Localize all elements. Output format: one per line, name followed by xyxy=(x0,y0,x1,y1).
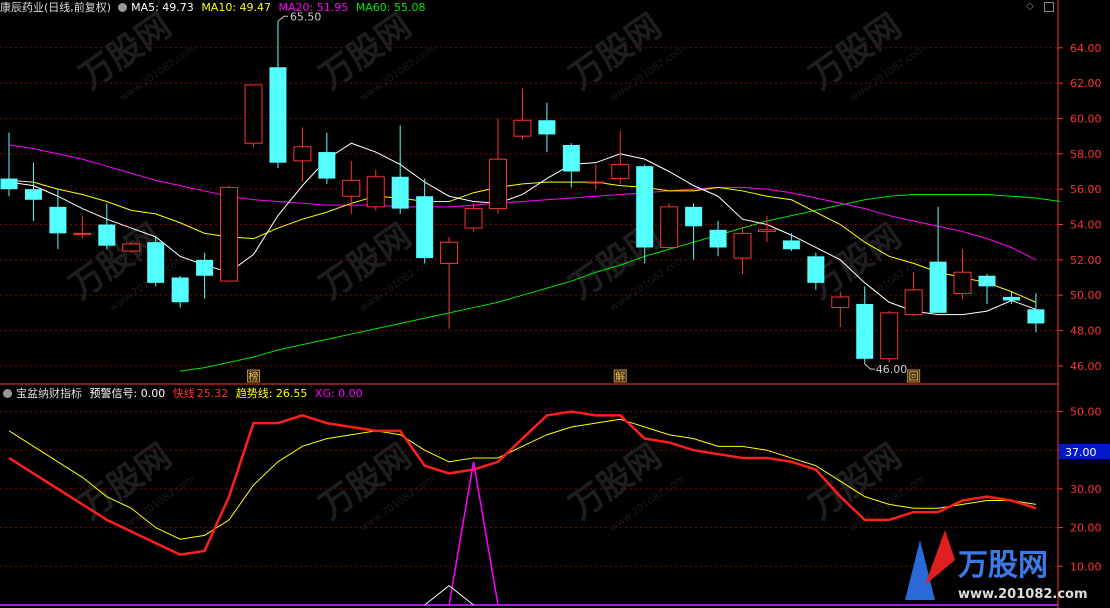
event-badge-jie-label: 解 xyxy=(615,370,625,383)
price-tick-label: 46.00 xyxy=(1070,360,1102,373)
candle-body-down xyxy=(416,196,434,259)
candle-body-up xyxy=(586,181,605,184)
indicator-tick-label: 30.00 xyxy=(1070,483,1102,496)
indicator-tick-label: 10.00 xyxy=(1070,560,1102,573)
dropdown-icon[interactable] xyxy=(3,389,12,398)
candle-body-up xyxy=(757,229,776,233)
price-tick-label: 58.00 xyxy=(1070,148,1102,161)
candle-body-down xyxy=(0,178,18,190)
fast-line-label: 快线 xyxy=(172,387,195,400)
logo-arrow-icon xyxy=(925,530,955,585)
candle-body-up xyxy=(880,312,899,360)
candle-body-down xyxy=(856,304,874,359)
candle-body-up xyxy=(122,243,141,252)
candle-body-down xyxy=(171,277,189,303)
price-tick-label: 64.00 xyxy=(1070,42,1102,55)
watermark-text: 万股网 xyxy=(802,6,908,97)
candle-body-up xyxy=(293,146,312,162)
current-value-tag-label: 37.00 xyxy=(1065,446,1097,459)
candle-body-down xyxy=(24,189,42,200)
watermark-text: 万股网 xyxy=(312,216,418,307)
price-tick-label: 50.00 xyxy=(1070,289,1102,302)
candle-body-down xyxy=(1027,309,1045,324)
ma5-readout: MA5: 49.73 xyxy=(131,1,194,14)
candle-body-down xyxy=(807,256,825,283)
ma10-readout: MA10: 49.47 xyxy=(201,1,272,14)
warn-readout: 预警信号: 0.00 xyxy=(89,387,166,400)
watermark-text: 万股网 xyxy=(562,6,668,97)
logo-url: www.201082.com xyxy=(958,587,1088,602)
ma20-readout: MA20: 51.95 xyxy=(278,1,349,14)
candle-body-down xyxy=(929,261,947,313)
candle-body-down xyxy=(685,206,703,227)
candle-body-down xyxy=(709,229,727,248)
event-badge-hui-label: 回 xyxy=(909,371,919,383)
xg-readout: XG: 0.00 xyxy=(314,387,363,400)
candle-body-down xyxy=(269,67,287,163)
indicator-tick-label: 20.00 xyxy=(1070,522,1102,535)
menu-icon[interactable]: ◇ xyxy=(1026,2,1036,12)
candle-body-up xyxy=(73,232,92,235)
candle-body-down xyxy=(318,152,336,179)
logo-text: 万股网 xyxy=(958,548,1048,583)
price-tick-label: 48.00 xyxy=(1070,325,1102,338)
candle-body-up xyxy=(660,206,679,248)
price-header: 康辰药业(日线,前复权) MA5: 49.73 MA10: 49.47 MA20:… xyxy=(0,0,429,16)
watermark-text: 万股网 xyxy=(312,6,418,97)
candle-body-up xyxy=(953,271,972,294)
candle-body-up xyxy=(464,208,483,229)
candle-body-up xyxy=(342,179,361,197)
stock-title[interactable]: 康辰药业(日线,前复权) xyxy=(0,1,111,14)
trend-readout: 趋势线: 26.55 xyxy=(235,387,308,400)
watermark-text: 万股网 xyxy=(72,6,178,97)
price-tick-label: 52.00 xyxy=(1070,254,1102,267)
price-tick-label: 56.00 xyxy=(1070,183,1102,196)
indicator-header: 宝盆纳财指标 预警信号: 0.00 快线 25.32 趋势线: 26.55 XG:… xyxy=(0,386,367,402)
candle-body-up xyxy=(513,119,532,137)
candle-body-up xyxy=(904,289,923,316)
ma60-readout: MA60: 55.08 xyxy=(355,1,426,14)
candle-body-down xyxy=(782,240,800,250)
ma60-line xyxy=(180,193,1061,372)
candle-body-down xyxy=(562,144,580,172)
high-marker-line xyxy=(277,15,288,22)
candle-body-down xyxy=(538,120,556,135)
candle-body-up xyxy=(440,241,459,264)
candle-body-down xyxy=(49,206,67,234)
low-marker-label: 46.00 xyxy=(876,363,908,376)
candle-body-up xyxy=(733,232,752,259)
indicator-title[interactable]: 宝盆纳财指标 xyxy=(16,387,82,400)
candle-body-up xyxy=(489,158,507,210)
candle-body-down xyxy=(978,275,996,287)
candle-body-up xyxy=(244,84,263,144)
dropdown-icon[interactable] xyxy=(118,3,128,12)
event-badge-bang-label: 榜 xyxy=(249,370,259,383)
candle-body-up xyxy=(220,186,239,282)
candle-body-up xyxy=(611,163,630,180)
price-tick-label: 60.00 xyxy=(1070,112,1102,125)
xg-spike xyxy=(448,461,499,606)
settings-icon[interactable] xyxy=(1044,2,1054,12)
candle-body-down xyxy=(196,259,214,276)
price-tick-label: 54.00 xyxy=(1070,219,1102,232)
candle-body-down xyxy=(391,176,409,209)
fast-line-value: 25.32 xyxy=(196,387,229,400)
candle-body-down xyxy=(636,166,654,248)
price-tick-label: 62.00 xyxy=(1070,77,1102,90)
candle-body-down xyxy=(147,242,165,283)
stock-chart[interactable]: 万股网www.201082.com 万股网www.201082.com 万股网www… xyxy=(0,0,1110,608)
low-marker-line xyxy=(864,363,875,370)
candle-body-up xyxy=(831,296,850,309)
candle-body-down xyxy=(1002,296,1020,301)
indicator-tick-label: 50.00 xyxy=(1070,406,1102,419)
candle-body-up xyxy=(366,176,385,208)
candle-body-down xyxy=(98,224,116,246)
